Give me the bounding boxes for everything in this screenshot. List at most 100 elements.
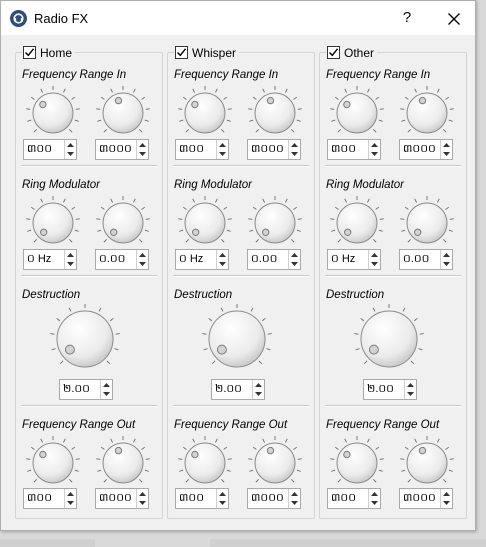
freq-out-low-knob[interactable] — [23, 433, 83, 496]
freq-in-low-spin-value[interactable]: ៣០០ — [328, 140, 368, 159]
arrow-up-icon[interactable] — [253, 380, 264, 390]
freq-out-high-knob[interactable] — [245, 433, 305, 496]
destruction-spin-value[interactable]: ២.០០ — [60, 380, 100, 399]
arrow-down-icon[interactable] — [101, 390, 112, 400]
ring-mix-spin[interactable]: ០.០០ — [399, 249, 453, 270]
arrow-down-icon[interactable] — [65, 150, 76, 160]
freq-out-high-spin-value[interactable]: ៣០០០ — [400, 489, 440, 508]
arrow-up-icon[interactable] — [65, 140, 76, 150]
freq-in-low-knob[interactable] — [327, 83, 387, 146]
destruction-knob[interactable] — [351, 301, 427, 380]
ring-freq-spin[interactable]: ០ Hz — [327, 249, 381, 270]
ring-mix-spin-value[interactable]: ០.០០ — [248, 250, 288, 269]
freq-out-low-spin[interactable]: ៣០០ — [23, 488, 77, 509]
freq-out-low-spin-value[interactable]: ៣០០ — [328, 489, 368, 508]
arrow-up-icon[interactable] — [65, 489, 76, 499]
arrow-down-icon[interactable] — [369, 260, 380, 270]
arrow-up-icon[interactable] — [101, 380, 112, 390]
arrow-up-icon[interactable] — [217, 140, 228, 150]
freq-out-high-knob[interactable] — [93, 433, 153, 496]
enable-toggle-home[interactable]: Home — [22, 45, 76, 60]
ring-freq-spin-value[interactable]: ០ Hz — [176, 250, 216, 269]
freq-in-low-knob[interactable] — [175, 83, 235, 146]
freq-out-high-spin[interactable]: ៣០០០ — [95, 488, 149, 509]
ring-mix-knob[interactable] — [93, 193, 153, 256]
freq-in-high-knob[interactable] — [397, 83, 457, 146]
arrow-down-icon[interactable] — [369, 499, 380, 509]
arrow-down-icon[interactable] — [217, 499, 228, 509]
destruction-spin[interactable]: ២.០០ — [59, 379, 113, 400]
enable-toggle-other[interactable]: Other — [326, 45, 378, 60]
arrow-up-icon[interactable] — [289, 140, 300, 150]
arrow-up-icon[interactable] — [441, 140, 452, 150]
destruction-spin-value[interactable]: ២.០០ — [364, 380, 404, 399]
freq-in-low-spin[interactable]: ៣០០ — [175, 139, 229, 160]
close-button[interactable] — [439, 7, 469, 29]
ring-mix-spin[interactable]: ០.០០ — [95, 249, 149, 270]
arrow-up-icon[interactable] — [289, 250, 300, 260]
destruction-spin[interactable]: ២.០០ — [211, 379, 265, 400]
freq-out-high-spin[interactable]: ៣០០០ — [247, 488, 301, 509]
freq-in-high-spin-value[interactable]: ៣០០០ — [248, 140, 288, 159]
freq-in-high-spin[interactable]: ៣០០០ — [95, 139, 149, 160]
freq-in-high-spin[interactable]: ៣០០០ — [247, 139, 301, 160]
destruction-knob[interactable] — [47, 301, 123, 380]
arrow-up-icon[interactable] — [217, 489, 228, 499]
arrow-up-icon[interactable] — [137, 250, 148, 260]
arrow-down-icon[interactable] — [441, 499, 452, 509]
arrow-up-icon[interactable] — [137, 140, 148, 150]
freq-out-low-spin-value[interactable]: ៣០០ — [176, 489, 216, 508]
freq-out-high-spin-value[interactable]: ៣០០០ — [96, 489, 136, 508]
freq-out-low-spin-value[interactable]: ៣០០ — [24, 489, 64, 508]
arrow-down-icon[interactable] — [137, 260, 148, 270]
freq-out-high-spin-value[interactable]: ៣០០០ — [248, 489, 288, 508]
ring-mix-knob[interactable] — [245, 193, 305, 256]
freq-out-low-knob[interactable] — [175, 433, 235, 496]
freq-in-low-spin[interactable]: ៣០០ — [23, 139, 77, 160]
ring-freq-spin-value[interactable]: ០ Hz — [24, 250, 64, 269]
arrow-down-icon[interactable] — [137, 499, 148, 509]
freq-in-high-knob[interactable] — [245, 83, 305, 146]
arrow-down-icon[interactable] — [65, 499, 76, 509]
help-button[interactable]: ? — [393, 7, 421, 29]
arrow-up-icon[interactable] — [217, 250, 228, 260]
enable-toggle-whisper[interactable]: Whisper — [174, 45, 240, 60]
arrow-down-icon[interactable] — [253, 390, 264, 400]
freq-in-low-knob[interactable] — [23, 83, 83, 146]
arrow-down-icon[interactable] — [289, 260, 300, 270]
ring-freq-knob[interactable] — [23, 193, 83, 256]
arrow-down-icon[interactable] — [289, 499, 300, 509]
arrow-up-icon[interactable] — [405, 380, 416, 390]
freq-in-high-spin-value[interactable]: ៣០០០ — [400, 140, 440, 159]
freq-in-low-spin[interactable]: ៣០០ — [327, 139, 381, 160]
freq-in-high-spin[interactable]: ៣០០០ — [399, 139, 453, 160]
freq-out-high-spin[interactable]: ៣០០០ — [399, 488, 453, 509]
arrow-down-icon[interactable] — [369, 150, 380, 160]
freq-in-high-knob[interactable] — [93, 83, 153, 146]
ring-mix-spin-value[interactable]: ០.០០ — [96, 250, 136, 269]
freq-in-low-spin-value[interactable]: ៣០០ — [176, 140, 216, 159]
freq-out-low-spin[interactable]: ៣០០ — [175, 488, 229, 509]
ring-freq-knob[interactable] — [327, 193, 387, 256]
arrow-down-icon[interactable] — [441, 150, 452, 160]
arrow-down-icon[interactable] — [405, 390, 416, 400]
freq-out-low-knob[interactable] — [327, 433, 387, 496]
destruction-knob[interactable] — [199, 301, 275, 380]
arrow-up-icon[interactable] — [369, 489, 380, 499]
arrow-up-icon[interactable] — [289, 489, 300, 499]
ring-freq-spin[interactable]: ០ Hz — [23, 249, 77, 270]
ring-freq-knob[interactable] — [175, 193, 235, 256]
arrow-down-icon[interactable] — [441, 260, 452, 270]
arrow-down-icon[interactable] — [217, 150, 228, 160]
ring-mix-knob[interactable] — [397, 193, 457, 256]
arrow-up-icon[interactable] — [441, 250, 452, 260]
arrow-up-icon[interactable] — [65, 250, 76, 260]
arrow-up-icon[interactable] — [137, 489, 148, 499]
freq-out-low-spin[interactable]: ៣០០ — [327, 488, 381, 509]
ring-mix-spin[interactable]: ០.០០ — [247, 249, 301, 270]
arrow-down-icon[interactable] — [65, 260, 76, 270]
enable-checkbox[interactable] — [23, 46, 36, 59]
destruction-spin[interactable]: ២.០០ — [363, 379, 417, 400]
enable-checkbox[interactable] — [327, 46, 340, 59]
arrow-up-icon[interactable] — [369, 250, 380, 260]
